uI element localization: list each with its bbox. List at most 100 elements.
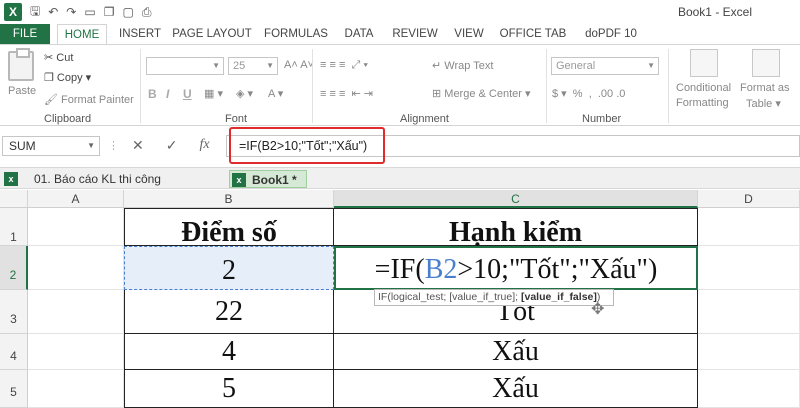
font-size-value: 25 <box>233 60 246 72</box>
number-format-value: General <box>556 60 596 72</box>
wrap-text-label: Wrap Text <box>444 60 494 72</box>
cell-d2[interactable] <box>698 246 800 290</box>
cut-button[interactable]: ✂ Cut <box>44 51 73 64</box>
format-as-table-icon[interactable] <box>752 49 780 77</box>
number-format-combo[interactable]: General ▼ <box>551 57 659 75</box>
enter-icon[interactable]: ✓ <box>166 137 178 154</box>
tab-dopdf[interactable]: doPDF 10 <box>580 24 642 44</box>
drag-handle-icon[interactable]: ⋮ <box>108 139 119 152</box>
ribbon-tabs: FILE HOME INSERT PAGE LAYOUT FORMULAS DA… <box>0 24 800 44</box>
formula-text-prefix: =IF( <box>374 254 425 285</box>
clipboard-group-label: Clipboard <box>44 113 92 125</box>
cell-b1[interactable]: Điểm số <box>124 208 334 248</box>
cell-c2[interactable]: =IF(B2>10;"Tốt";"Xấu") <box>334 246 698 290</box>
workbook-tab-book1[interactable]: x Book1 * <box>229 170 307 188</box>
tab-review[interactable]: REVIEW <box>388 24 442 44</box>
copy-label: Copy <box>56 72 83 84</box>
tab-view[interactable]: VIEW <box>450 24 488 44</box>
borders-icon[interactable]: ▦ ▾ <box>204 87 223 100</box>
name-box[interactable]: SUM ▼ <box>2 136 100 156</box>
copy-button[interactable]: ❐ Copy ▾ <box>44 71 91 84</box>
cut-label: Cut <box>56 52 74 64</box>
paste-icon[interactable] <box>8 48 34 81</box>
font-color-icon[interactable]: A ▾ <box>268 87 283 100</box>
tab-formulas[interactable]: FORMULAS <box>262 24 330 44</box>
window-title: Book1 - Excel <box>677 5 752 19</box>
cell-a4[interactable] <box>28 334 124 370</box>
insert-function-icon[interactable]: fx <box>199 137 209 154</box>
excel-file-icon: x <box>4 172 18 186</box>
formula-text-suffix: >10;"Tốt";"Xấu") <box>457 254 658 285</box>
ribbon-divider <box>668 49 669 123</box>
bold-icon[interactable]: B <box>148 87 157 101</box>
column-header-d[interactable]: D <box>698 190 800 208</box>
cell-b3[interactable]: 22 <box>124 290 334 334</box>
font-name-combo[interactable]: ▼ <box>146 57 224 75</box>
cell-d4[interactable] <box>698 334 800 370</box>
brush-icon: 🖌 <box>44 94 62 106</box>
column-header-b[interactable]: B <box>124 190 334 208</box>
row-header-5[interactable]: 5 <box>0 370 28 408</box>
row-header-1[interactable]: 1 <box>0 208 28 246</box>
font-size-combo[interactable]: 25 ▼ <box>228 57 278 75</box>
ribbon-divider <box>312 49 313 123</box>
tab-home[interactable]: HOME <box>57 24 107 44</box>
cell-d1[interactable] <box>698 208 800 246</box>
grow-font-icon[interactable]: A˄ A˅ <box>284 59 314 71</box>
cell-c5[interactable]: Xấu <box>334 370 698 408</box>
format-painter-button[interactable]: 🖌 Format Painter <box>44 93 134 106</box>
ribbon-divider <box>546 49 547 123</box>
ribbon: Paste ✂ Cut ❐ Copy ▾ 🖌 Format Painter Cl… <box>0 44 800 126</box>
formula-bar: SUM ▼ ⋮ ✕ ✓ fx =IF(B2>10;"Tốt";"Xấu") <box>0 133 800 159</box>
fill-color-icon[interactable]: ◈ ▾ <box>236 87 253 100</box>
cut-icon: ✂ <box>44 52 57 64</box>
column-header-a[interactable]: A <box>28 190 124 208</box>
workbook-tab-report[interactable]: x 01. Báo cáo KL thi công 12.12.2019 * <box>2 170 224 204</box>
cell-a5[interactable] <box>28 370 124 408</box>
excel-file-icon: x <box>232 173 246 187</box>
copy-icon: ❐ <box>44 72 57 84</box>
underline-icon[interactable]: U <box>183 87 192 101</box>
move-cursor-icon: ✥ <box>591 301 605 318</box>
tab-data[interactable]: DATA <box>338 24 380 44</box>
formula-cell-reference: B2 <box>424 254 458 285</box>
title-bar: X 🖫 ↶ ↷ ▭ ❐ ▢ ⎙ Book1 - Excel <box>0 0 800 24</box>
workbook-tab-label: Book1 * <box>252 173 297 187</box>
cell-b5[interactable]: 5 <box>124 370 334 408</box>
cell-a3[interactable] <box>28 290 124 334</box>
tooltip-args: IF(logical_test; [value_if_true]; <box>378 291 521 303</box>
wrap-text-button[interactable]: ↵ Wrap Text <box>432 59 493 72</box>
cell-c1[interactable]: Hạnh kiểm <box>334 208 698 248</box>
italic-icon[interactable]: I <box>166 87 169 101</box>
tab-office-tab[interactable]: OFFICE TAB <box>496 24 570 44</box>
cell-a2[interactable] <box>28 246 124 290</box>
tab-insert[interactable]: INSERT <box>116 24 164 44</box>
align-top-icons[interactable]: ≡ ≡ ≡ ⤢ ▾ <box>320 59 368 72</box>
cancel-icon[interactable]: ✕ <box>132 137 144 154</box>
accounting-icons[interactable]: $ ▾ % , .00 .0 <box>552 87 625 100</box>
row-header-2[interactable]: 2 <box>0 246 28 290</box>
cell-b2[interactable]: 2 <box>124 246 334 290</box>
format-as-table-button[interactable]: Format as <box>740 82 790 94</box>
row-header-4[interactable]: 4 <box>0 334 28 370</box>
cell-a1[interactable] <box>28 208 124 246</box>
select-all-corner[interactable] <box>0 190 28 208</box>
function-tooltip: IF(logical_test; [value_if_true]; [value… <box>374 289 614 306</box>
font-group-label: Font <box>225 113 248 125</box>
conditional-formatting-button[interactable]: Conditional <box>676 82 731 94</box>
paste-button[interactable]: Paste <box>8 85 36 97</box>
row-header-3[interactable]: 3 <box>0 290 28 334</box>
format-as-table-label: Table ▾ <box>746 98 781 110</box>
cell-c4[interactable]: Xấu <box>334 334 698 370</box>
conditional-formatting-icon[interactable] <box>690 49 718 77</box>
alignment-group-label: Alignment <box>400 113 449 125</box>
tab-file[interactable]: FILE <box>0 24 50 44</box>
cell-d3[interactable] <box>698 290 800 334</box>
cell-b4[interactable]: 4 <box>124 334 334 370</box>
merge-center-button[interactable]: ⊞ Merge & Center ▾ <box>432 87 531 100</box>
align-left-icons[interactable]: ≡ ≡ ≡ ⇤ ⇥ <box>320 87 373 100</box>
column-header-c[interactable]: C <box>334 190 698 208</box>
cell-d5[interactable] <box>698 370 800 408</box>
tab-page-layout[interactable]: PAGE LAYOUT <box>170 24 254 44</box>
name-box-value: SUM <box>9 139 36 153</box>
